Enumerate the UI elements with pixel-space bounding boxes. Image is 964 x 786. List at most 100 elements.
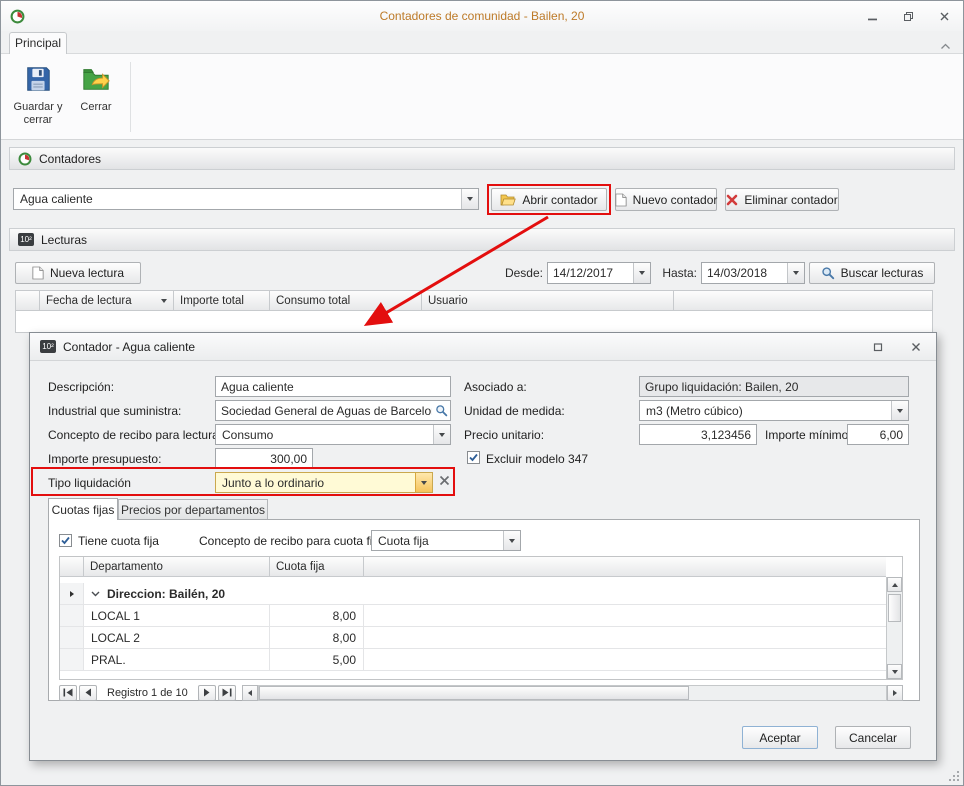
excluir-label: Excluir modelo 347 bbox=[486, 448, 588, 469]
horizontal-scrollbar[interactable] bbox=[242, 685, 903, 701]
hscroll-thumb[interactable] bbox=[259, 686, 689, 700]
cell-cuota: 5,00 bbox=[270, 649, 364, 670]
aceptar-button[interactable]: Aceptar bbox=[742, 726, 818, 749]
row-indicator-cell bbox=[60, 583, 84, 604]
contador-combobox[interactable]: Agua caliente bbox=[13, 188, 479, 210]
importe-minimo-field[interactable]: 6,00 bbox=[847, 424, 909, 445]
column-consumo-total[interactable]: Consumo total bbox=[270, 291, 422, 310]
eliminar-contador-button[interactable]: Eliminar contador bbox=[725, 188, 839, 211]
column-fecha-de-lectura[interactable]: Fecha de lectura bbox=[40, 291, 174, 310]
lecturas-grid-body[interactable] bbox=[15, 311, 933, 333]
buscar-lecturas-label: Buscar lecturas bbox=[841, 266, 924, 280]
hasta-dropdown-button[interactable] bbox=[787, 263, 804, 283]
contador-combobox-value: Agua caliente bbox=[14, 189, 461, 209]
ribbon: Guardar y cerrar Cerrar bbox=[1, 54, 963, 140]
hscroll-right-button[interactable] bbox=[887, 685, 903, 701]
table-row[interactable]: LOCAL 2 8,00 bbox=[60, 627, 886, 649]
nuevo-contador-button[interactable]: Nuevo contador bbox=[615, 188, 717, 211]
excluir-checkbox[interactable] bbox=[467, 451, 480, 464]
concepto-dropdown-button[interactable] bbox=[433, 425, 450, 444]
tiene-cuota-checkbox[interactable] bbox=[59, 534, 72, 547]
hasta-date-field[interactable]: 14/03/2018 bbox=[701, 262, 805, 284]
cell-filler bbox=[364, 649, 886, 670]
unidad-dropdown-button[interactable] bbox=[891, 401, 908, 420]
restore-icon[interactable] bbox=[898, 8, 918, 24]
table-row[interactable]: PRAL. 5,00 bbox=[60, 649, 886, 671]
column-importe-label: Importe total bbox=[180, 295, 244, 307]
save-close-button[interactable]: Guardar y cerrar bbox=[11, 58, 65, 136]
arrow-down-icon bbox=[892, 670, 898, 674]
vertical-scrollbar[interactable] bbox=[886, 577, 902, 679]
industrial-field[interactable]: Sociedad General de Aguas de Barcelona, … bbox=[215, 400, 451, 421]
tipo-liquidacion-combobox[interactable]: Junto a lo ordinario bbox=[215, 472, 433, 493]
unidad-combobox[interactable]: m3 (Metro cúbico) bbox=[639, 400, 909, 421]
buscar-lecturas-button[interactable]: Buscar lecturas bbox=[809, 262, 935, 284]
concepto-cuota-combobox[interactable]: Cuota fija bbox=[371, 530, 521, 551]
tab-cuotas-fijas[interactable]: Cuotas fijas bbox=[48, 498, 118, 520]
last-record-icon bbox=[222, 688, 232, 697]
unidad-label: Unidad de medida: bbox=[464, 400, 565, 421]
asociado-label: Asociado a: bbox=[464, 376, 527, 397]
meter-icon: 10² bbox=[40, 340, 56, 353]
window-title: Contadores de comunidad - Bailen, 20 bbox=[1, 9, 963, 23]
nav-last-button[interactable] bbox=[218, 685, 236, 701]
precio-field[interactable]: 3,123456 bbox=[639, 424, 757, 445]
contador-dialog: 10² Contador - Agua caliente Descripción… bbox=[29, 332, 937, 761]
dialog-close-icon[interactable] bbox=[906, 339, 926, 355]
vscroll-up-button[interactable] bbox=[887, 577, 902, 592]
descripcion-label: Descripción: bbox=[48, 376, 114, 397]
group-row-direccion[interactable]: Direccion: Bailén, 20 bbox=[60, 583, 886, 605]
app-window: Contadores de comunidad - Bailen, 20 Pri… bbox=[0, 0, 964, 786]
close-icon[interactable] bbox=[934, 8, 954, 24]
cell-departamento: LOCAL 2 bbox=[84, 627, 270, 648]
indicator-column-header bbox=[60, 557, 84, 577]
close-ribbon-button[interactable]: Cerrar bbox=[69, 58, 123, 136]
presupuesto-field[interactable]: 300,00 bbox=[215, 448, 313, 469]
titlebar: Contadores de comunidad - Bailen, 20 bbox=[1, 1, 963, 31]
hscroll-track[interactable] bbox=[258, 685, 887, 701]
chevron-down-icon bbox=[897, 409, 903, 413]
table-row[interactable]: LOCAL 1 8,00 bbox=[60, 605, 886, 627]
nav-next-button[interactable] bbox=[198, 685, 216, 701]
vscroll-down-button[interactable] bbox=[887, 664, 902, 679]
concepto-combobox[interactable]: Consumo bbox=[215, 424, 451, 445]
cell-filler bbox=[364, 627, 886, 648]
chevron-down-icon bbox=[467, 197, 473, 201]
tab-precios-departamentos[interactable]: Precios por departamentos bbox=[118, 499, 268, 519]
ribbon-collapse-icon[interactable] bbox=[940, 39, 951, 53]
column-usuario[interactable]: Usuario bbox=[422, 291, 674, 310]
hasta-date-value: 14/03/2018 bbox=[702, 266, 787, 280]
resize-grip[interactable] bbox=[948, 770, 961, 786]
contadores-icon bbox=[18, 152, 32, 166]
column-departamento[interactable]: Departamento bbox=[84, 557, 270, 577]
nav-first-button[interactable] bbox=[59, 685, 77, 701]
group-row-label: Direccion: Bailén, 20 bbox=[107, 587, 225, 601]
nav-prev-button[interactable] bbox=[79, 685, 97, 701]
delete-x-icon bbox=[726, 194, 738, 206]
abrir-contador-button[interactable]: Abrir contador bbox=[491, 188, 607, 211]
column-cuota-fija[interactable]: Cuota fija bbox=[270, 557, 364, 577]
descripcion-field[interactable]: Agua caliente bbox=[215, 376, 451, 397]
dialog-titlebar: 10² Contador - Agua caliente bbox=[30, 333, 936, 361]
concepto-cuota-dropdown-button[interactable] bbox=[503, 531, 520, 550]
desde-dropdown-button[interactable] bbox=[633, 263, 650, 283]
nuevo-contador-label: Nuevo contador bbox=[633, 193, 718, 207]
tipo-clear-button[interactable] bbox=[439, 475, 450, 489]
vscroll-thumb[interactable] bbox=[888, 594, 901, 622]
group-row-content[interactable]: Direccion: Bailén, 20 bbox=[84, 583, 886, 604]
industrial-search-button[interactable] bbox=[432, 404, 450, 417]
cuotas-grid-header: Departamento Cuota fija bbox=[60, 557, 886, 577]
nueva-lectura-button[interactable]: Nueva lectura bbox=[15, 262, 141, 284]
tipo-dropdown-button[interactable] bbox=[415, 473, 432, 492]
aceptar-label: Aceptar bbox=[759, 731, 800, 745]
cancelar-button[interactable]: Cancelar bbox=[835, 726, 911, 749]
contador-dropdown-button[interactable] bbox=[461, 189, 478, 209]
dialog-restore-icon[interactable] bbox=[868, 339, 888, 355]
hscroll-left-button[interactable] bbox=[242, 685, 258, 701]
tipo-liquidacion-label: Tipo liquidación bbox=[48, 472, 131, 493]
chevron-down-icon bbox=[639, 271, 645, 275]
column-importe-total[interactable]: Importe total bbox=[174, 291, 270, 310]
tab-principal[interactable]: Principal bbox=[9, 32, 67, 54]
minimize-icon[interactable] bbox=[862, 8, 882, 24]
desde-date-field[interactable]: 14/12/2017 bbox=[547, 262, 651, 284]
